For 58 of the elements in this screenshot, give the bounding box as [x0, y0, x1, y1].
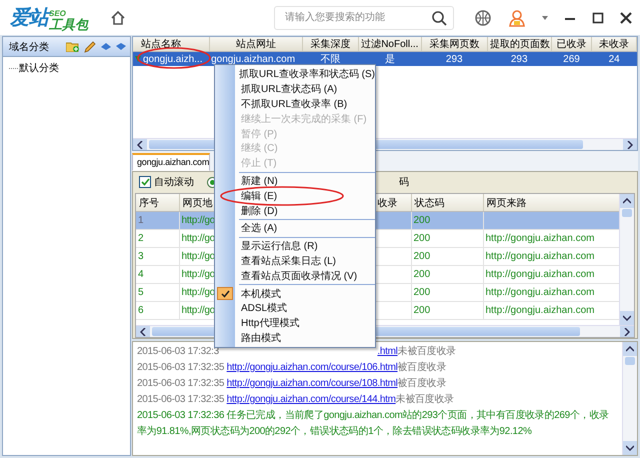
log-note: 未被百度收录 — [398, 346, 456, 357]
column-header: 站点名称 — [133, 37, 210, 52]
table-cell: 是 — [384, 54, 395, 65]
table-cell: 3 — [138, 251, 144, 262]
log-time: 2015-06-03 17:32:3 — [137, 346, 219, 357]
table-cell: http://go — [182, 251, 215, 262]
table-cell: 24 — [608, 54, 620, 64]
column-header: 过滤NoFoll... — [358, 37, 422, 52]
logo-tagline: SEO — [49, 10, 67, 18]
table-cell: 不限 — [320, 54, 340, 65]
table-cell: http://gongju.aizhan.com — [486, 305, 594, 316]
table-cell: 200 — [414, 287, 430, 298]
table-cell: http://gongju.aizhan.com — [486, 287, 594, 298]
logo-suffix: 工具包 — [49, 18, 88, 31]
log-note: 未被百度收录 — [396, 394, 454, 405]
table-cell: http://go — [182, 269, 215, 280]
table-cell: 293 — [510, 54, 528, 64]
table-cell: 200 — [414, 215, 430, 226]
column-header: 序号 — [139, 198, 159, 208]
column-header: 收录 — [378, 198, 398, 208]
checkbox-label: 自动滚动 — [154, 176, 194, 189]
table-cell: 293 — [446, 54, 463, 64]
log-time: 2015-06-03 17:32:35 — [137, 378, 224, 389]
column-header: 网页来路 — [486, 198, 526, 208]
column-header: 状态码 — [414, 198, 444, 208]
column-header: 采集网页数 — [421, 37, 488, 52]
table-cell: http://gongju.aizhan.com — [486, 251, 594, 262]
option-label: 码 — [399, 176, 409, 189]
table-cell: 6 — [138, 305, 144, 316]
column-header: 未收录 — [592, 37, 636, 52]
table-cell: 2 — [138, 233, 144, 244]
table-cell: 200 — [414, 251, 430, 262]
table-cell: 4 — [138, 269, 144, 280]
table-cell: gongju.aizhan.com — [211, 54, 296, 64]
table-cell: http://go — [182, 287, 215, 298]
log-time: 2015-06-03 17:32:35 — [137, 394, 224, 405]
column-header: 网页地 — [182, 198, 212, 208]
table-cell: http://gongju.aizhan.com — [486, 233, 594, 244]
table-cell: http://go — [182, 215, 215, 226]
table-cell: 200 — [414, 305, 430, 316]
table-cell: 200 — [414, 269, 430, 280]
log-message: 2015-06-03 17:32:36 任务已完成，当前爬了gongju.aizhan.com站的293个页面，其中有百度收录的269个，收录率为91.81%,网页状态码为200的292个，错误状态码的1个，除去错误状态码收录率为92.12% — [137, 408, 610, 439]
log-note: 被百度收录 — [398, 362, 446, 373]
column-header: 提取的页面数 — [487, 37, 552, 52]
log-time: 2015-06-03 17:32:35 — [137, 362, 224, 373]
table-cell: 269 — [563, 54, 580, 64]
table-cell: 200 — [414, 233, 430, 244]
panel-title: 域名分类 — [9, 40, 50, 54]
table-cell: gongju.aizh... — [143, 54, 202, 64]
table-cell: http://go — [182, 305, 215, 316]
table-cell: http://gongju.aizhan.com — [486, 269, 594, 280]
log-note: 被百度收录 — [398, 378, 446, 389]
column-header: 已收录 — [551, 37, 592, 52]
column-header: 采集深度 — [302, 37, 358, 52]
table-cell: 1 — [138, 215, 144, 226]
column-header: 站点网址 — [209, 37, 303, 52]
table-cell: 5 — [138, 287, 144, 298]
table-cell: http://go — [182, 233, 215, 244]
